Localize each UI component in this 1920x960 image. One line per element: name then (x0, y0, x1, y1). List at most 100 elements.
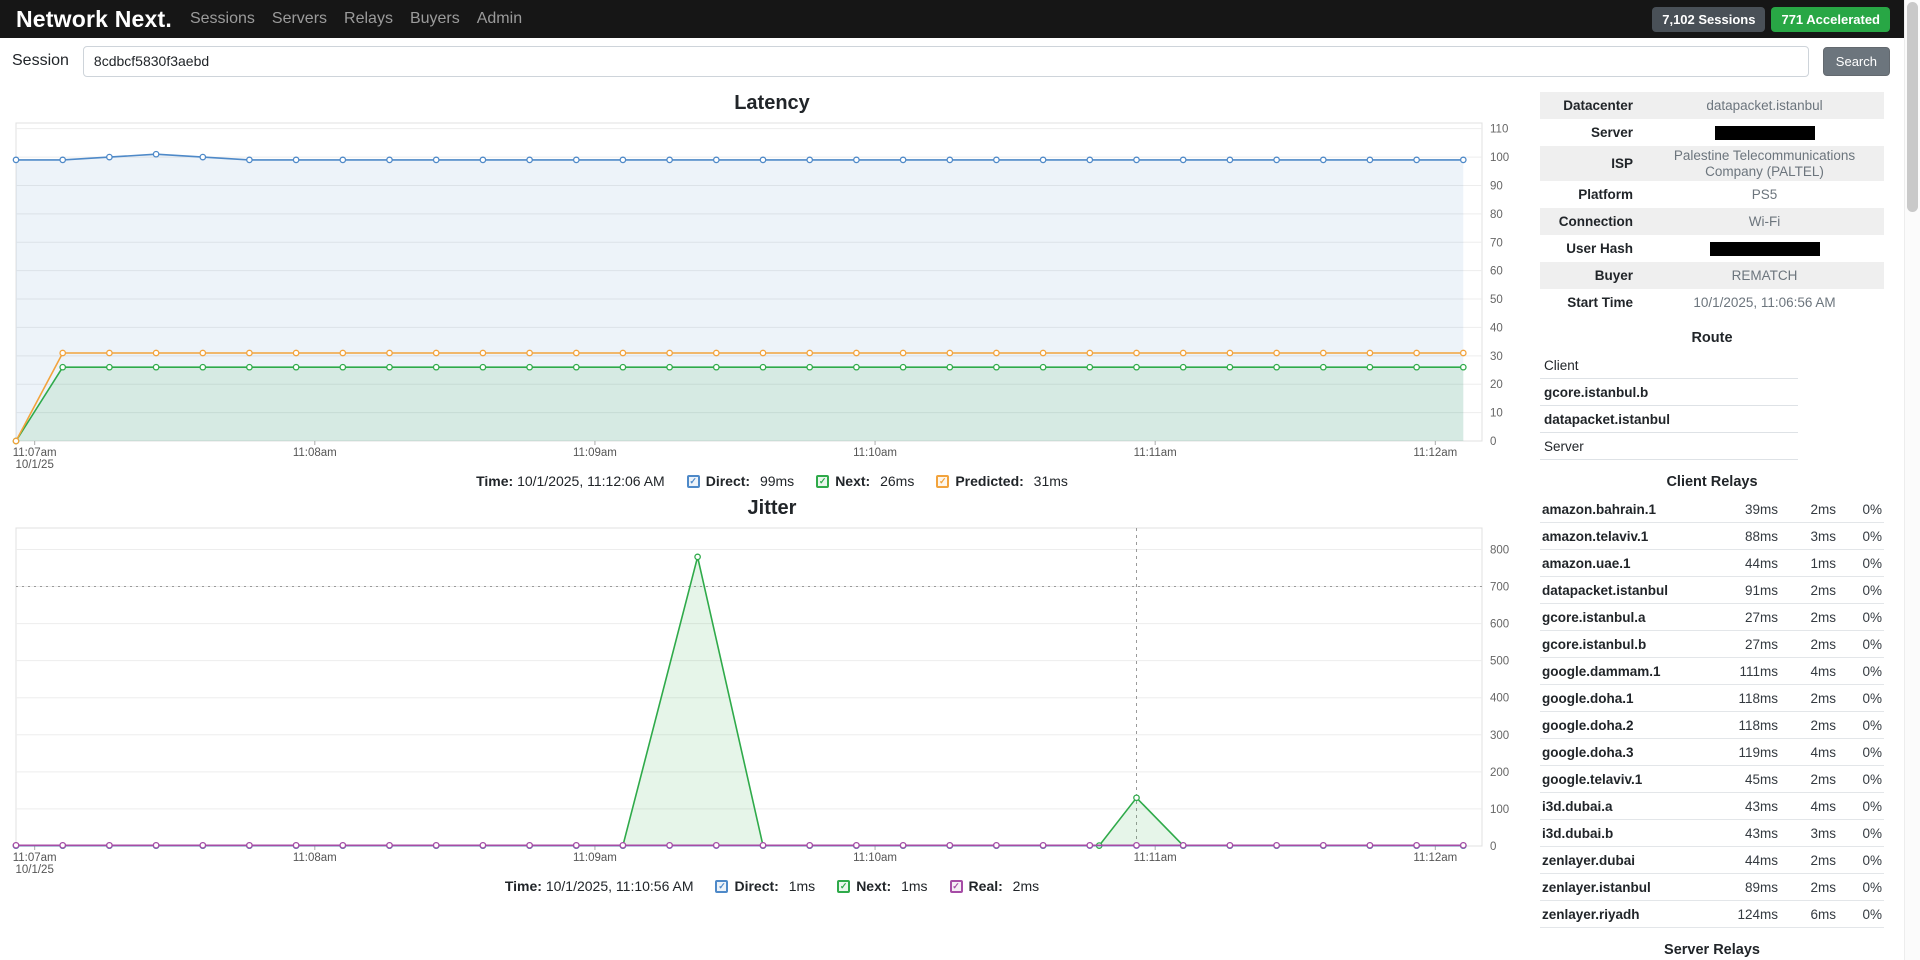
relay-jitter: 6ms (1810, 906, 1836, 922)
relay-row-amazon-telaviv-1: amazon.telaviv.1 88ms 3ms 0% (1540, 523, 1884, 551)
relay-row-i3d-dubai-b: i3d.dubai.b 43ms 3ms 0% (1540, 820, 1884, 848)
next-checkbox-icon: ✓ (816, 474, 830, 488)
nav-link-servers[interactable]: Servers (272, 10, 327, 28)
info-value: Wi-Fi (1748, 213, 1781, 229)
route-list: Client gcore.istanbul.b datapacket.istanbu… (1540, 352, 1884, 461)
relay-rtt: 44ms (1744, 555, 1778, 571)
legend-time: Time: 10/1/2025, 11:10:56 AM (504, 878, 694, 894)
route-hop-gcore-istanbul-b: gcore.istanbul.b (1540, 379, 1798, 407)
svg-text:11:08am: 11:08am (293, 447, 337, 459)
svg-text:100: 100 (1490, 152, 1509, 164)
svg-text:100: 100 (1490, 804, 1509, 816)
nav-link-buyers[interactable]: Buyers (410, 10, 460, 28)
relay-rtt: 111ms (1739, 663, 1778, 679)
page-scrollbar[interactable] (1904, 0, 1920, 960)
nav-link-relays[interactable]: Relays (344, 10, 393, 28)
brand-logo[interactable]: Network Next. (16, 6, 172, 33)
jitter-chart[interactable]: 0 100 200 300 400 500 600 700 800 11:07am10/1/25 1… (6, 522, 1530, 876)
relay-loss: 0% (1862, 555, 1882, 571)
relay-rtt: 43ms (1744, 798, 1778, 814)
relay-row-gcore-istanbul-a: gcore.istanbul.a 27ms 2ms 0% (1540, 604, 1884, 632)
info-value: datapacket.istanbul (1706, 97, 1823, 113)
legend-entry-next[interactable]: ✓ Next: 26ms (816, 473, 914, 489)
relay-loss: 0% (1862, 744, 1882, 760)
svg-text:400: 400 (1490, 693, 1509, 705)
info-value: PS5 (1751, 186, 1778, 202)
svg-text:110: 110 (1490, 124, 1508, 136)
route-heading: Route (1691, 330, 1733, 347)
svg-text:80: 80 (1490, 209, 1503, 221)
route-hop-server: Server (1540, 433, 1798, 461)
relay-rtt: 124ms (1737, 906, 1778, 922)
info-row-server: Server (1540, 119, 1884, 146)
relay-name: google.dammam.1 (1542, 663, 1661, 679)
svg-text:11:09am: 11:09am (573, 852, 617, 864)
relay-jitter: 4ms (1810, 798, 1836, 814)
legend-entry-direct[interactable]: ✓ Direct: 99ms (686, 473, 794, 489)
svg-text:11:11am: 11:11am (1134, 852, 1177, 864)
legend-entry-real[interactable]: ✓ Real: 2ms (949, 878, 1039, 894)
relay-jitter: 2ms (1810, 771, 1836, 787)
client-relays-heading: Client Relays (1666, 474, 1758, 491)
relay-row-datapacket-istanbul: datapacket.istanbul 91ms 2ms 0% (1540, 577, 1884, 605)
info-value: Palestine Telecommunications Company (PA… (1673, 148, 1856, 179)
relay-name: gcore.istanbul.a (1542, 609, 1646, 625)
jitter-legend: Time: 10/1/2025, 11:10:56 AM ✓ Direct: 1ms… (6, 878, 1538, 894)
svg-text:800: 800 (1490, 544, 1509, 556)
client-relays-table: amazon.bahrain.1 39ms 2ms 0% amazon.telaviv.… (1540, 496, 1884, 929)
jitter-chart-title: Jitter (747, 497, 797, 519)
direct-checkbox-icon: ✓ (715, 879, 729, 893)
relay-rtt: 45ms (1744, 771, 1778, 787)
direct-checkbox-icon: ✓ (686, 474, 700, 488)
info-row-datacenter: Datacenter datapacket.istanbul (1540, 92, 1884, 119)
svg-text:50: 50 (1490, 294, 1503, 306)
relay-jitter: 2ms (1810, 717, 1836, 733)
relay-jitter: 4ms (1810, 663, 1836, 679)
redacted-value-box (1709, 242, 1820, 257)
relay-jitter: 2ms (1810, 501, 1836, 517)
svg-text:70: 70 (1490, 237, 1503, 249)
svg-text:500: 500 (1490, 656, 1509, 668)
relay-name: zenlayer.istanbul (1542, 879, 1651, 895)
info-value: REMATCH (1731, 267, 1798, 283)
svg-text:90: 90 (1490, 180, 1503, 192)
relay-name: zenlayer.riyadh (1542, 906, 1640, 922)
latency-chart[interactable]: 0 10 20 30 40 50 60 70 80 90 100 110 11:07am10/1/25 1… (6, 117, 1530, 471)
relay-rtt: 118ms (1738, 690, 1778, 706)
relay-loss: 0% (1862, 825, 1882, 841)
svg-text:60: 60 (1490, 266, 1503, 278)
session-id-input[interactable] (82, 45, 1809, 77)
nav-link-sessions[interactable]: Sessions (190, 10, 255, 28)
relay-jitter: 2ms (1810, 690, 1836, 706)
svg-text:10/1/25: 10/1/25 (15, 459, 53, 471)
svg-text:700: 700 (1490, 582, 1509, 594)
session-search-bar: Session Search (0, 38, 1920, 84)
legend-entry-next[interactable]: ✓ Next: 1ms (837, 878, 928, 894)
relay-rtt: 39ms (1744, 501, 1778, 517)
info-row-start-time: Start Time 10/1/2025, 11:06:56 AM (1540, 289, 1884, 316)
sessions-count-badge: 7,102 Sessions (1652, 6, 1766, 32)
relay-loss: 0% (1862, 528, 1882, 544)
relay-jitter: 3ms (1810, 825, 1836, 841)
legend-entry-predicted[interactable]: ✓ Predicted: 31ms (936, 473, 1068, 489)
svg-text:11:10am: 11:10am (853, 447, 897, 459)
relay-rtt: 119ms (1738, 744, 1778, 760)
info-value (1645, 239, 1884, 259)
svg-text:11:07am: 11:07am (13, 447, 57, 459)
relay-loss: 0% (1862, 852, 1882, 868)
svg-text:300: 300 (1490, 730, 1509, 742)
nav-link-admin[interactable]: Admin (477, 10, 522, 28)
relay-name: google.doha.1 (1542, 690, 1634, 706)
relay-row-google-doha-3: google.doha.3 119ms 4ms 0% (1540, 739, 1884, 767)
session-info-table: Datacenter datapacket.istanbul Server ISP Pa… (1540, 92, 1884, 316)
info-value (1645, 123, 1884, 143)
search-button[interactable]: Search (1822, 46, 1890, 76)
relay-loss: 0% (1862, 771, 1882, 787)
info-value: 10/1/2025, 11:06:56 AM (1693, 294, 1836, 310)
relay-loss: 0% (1862, 636, 1882, 652)
scrollbar-thumb[interactable] (1907, 2, 1918, 212)
top-navbar: Network Next. Sessions Servers Relays Buyer… (0, 0, 1920, 38)
info-row-isp: ISP Palestine Telecommunications Company … (1540, 146, 1884, 182)
legend-entry-direct[interactable]: ✓ Direct: 1ms (715, 878, 815, 894)
info-label: ISP (1611, 156, 1633, 172)
